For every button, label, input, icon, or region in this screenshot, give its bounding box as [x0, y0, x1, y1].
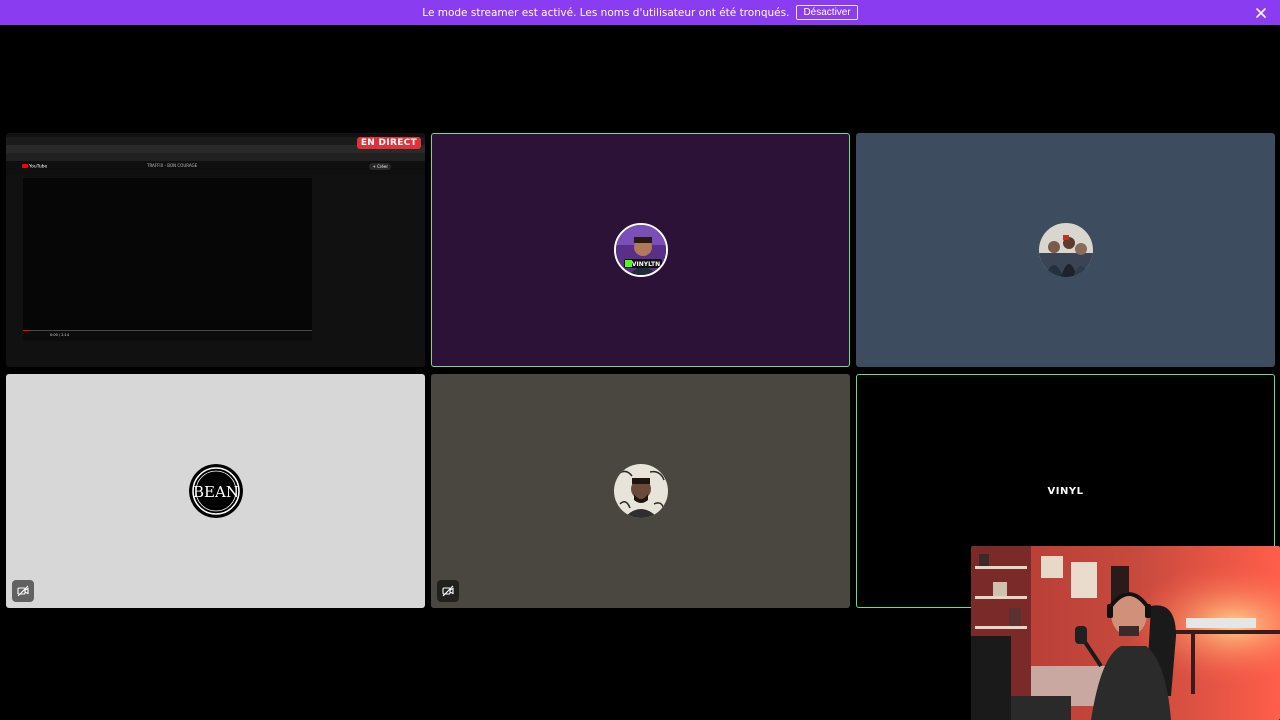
shared-screen: YouTube TRAFFIX - BON COURAGE + Créer 0:…: [6, 133, 425, 367]
avatar: BEAN: [188, 464, 243, 518]
video-controls: 0:00 / 2:14: [23, 330, 312, 341]
youtube-search-text: TRAFFIX - BON COURAGE: [147, 163, 198, 168]
video-progress-bar: [23, 330, 312, 331]
streamer-mode-banner: Le mode streamer est activé. Les noms d'…: [0, 0, 1280, 25]
avatar: VINYLTN: [613, 223, 668, 277]
banner-message: Le mode streamer est activé. Les noms d'…: [422, 6, 790, 19]
video-player: [23, 178, 312, 341]
youtube-header: [6, 161, 425, 175]
participant-tile[interactable]: [856, 133, 1275, 367]
video-off-icon: [12, 580, 34, 602]
participant-tile[interactable]: [431, 374, 850, 608]
browser-bookmarks-bar: [6, 153, 425, 166]
youtube-create-button: + Créer: [369, 163, 391, 170]
avatar: [613, 464, 668, 518]
avatar-label: VINYL: [1047, 485, 1084, 497]
youtube-logo: YouTube: [22, 164, 47, 170]
webcam-overlay[interactable]: [971, 546, 1280, 720]
video-off-icon: [437, 580, 459, 602]
screen-share-tile[interactable]: YouTube TRAFFIX - BON COURAGE + Créer 0:…: [6, 133, 425, 367]
svg-text:VINYLTN: VINYLTN: [631, 261, 659, 268]
svg-text:BEAN: BEAN: [193, 483, 239, 501]
close-icon[interactable]: [1254, 5, 1268, 19]
participant-tile[interactable]: VINYLTN: [431, 133, 850, 367]
avatar: VINYL: [1038, 464, 1093, 518]
live-badge: EN DIRECT: [356, 137, 421, 149]
participant-tile[interactable]: BEAN: [6, 374, 425, 608]
disable-streamer-mode-button[interactable]: Désactiver: [796, 5, 858, 20]
video-time: 0:00 / 2:14: [50, 333, 70, 337]
avatar: [1038, 223, 1093, 277]
